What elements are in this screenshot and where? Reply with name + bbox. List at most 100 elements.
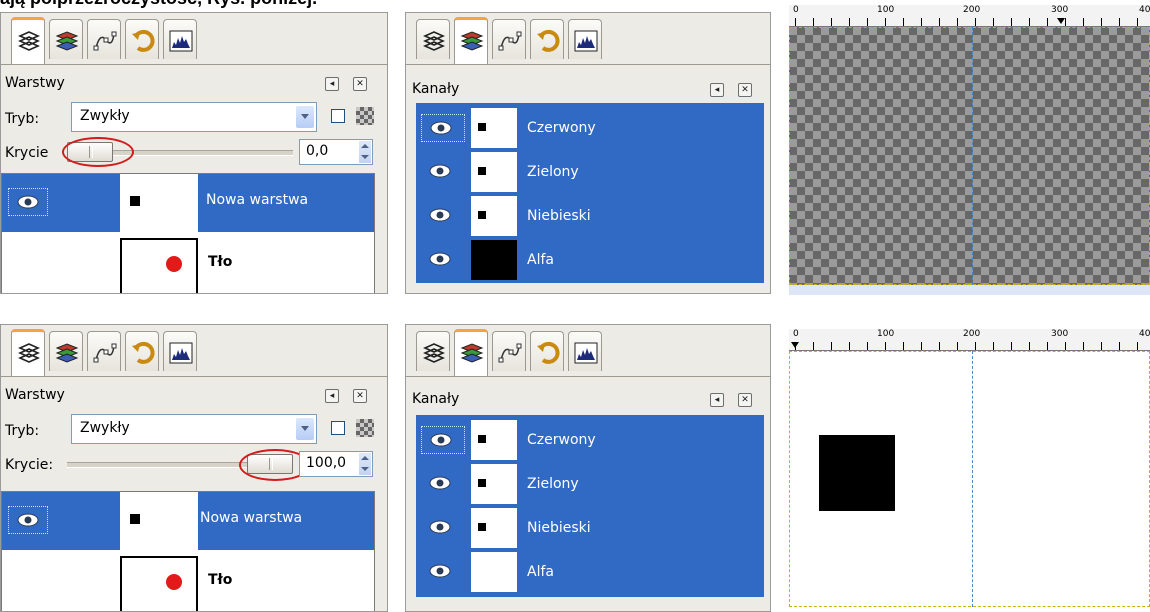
spin-arrows-icon[interactable]	[359, 453, 371, 475]
mode-select[interactable]: Zwykły	[71, 102, 317, 132]
channels-dock-bottom: Kanały ◂ ✕ Czerwony Zielony Niebieski Al…	[405, 324, 771, 612]
channel-thumbnail	[471, 196, 517, 236]
tab-histogram[interactable]	[568, 19, 602, 59]
channel-thumbnail	[471, 108, 517, 148]
visibility-eye-icon[interactable]	[421, 158, 461, 186]
canvas-bottom-bar	[789, 285, 1150, 295]
tab-channels[interactable]	[454, 17, 488, 65]
dock-tabbar	[1, 13, 387, 71]
channel-thumbnail	[471, 552, 517, 592]
ruler-label: 0	[793, 329, 799, 339]
mode-select[interactable]: Zwykły	[71, 414, 317, 444]
layer-row-background[interactable]: Tło	[2, 232, 374, 293]
panel-menu-button[interactable]: ◂	[325, 77, 339, 91]
tab-undo-history[interactable]	[125, 331, 159, 371]
channel-name: Alfa	[527, 252, 554, 268]
tab-layers[interactable]	[416, 331, 450, 371]
layer-boundary	[789, 27, 1150, 285]
opacity-spinbox[interactable]: 100,0	[299, 451, 373, 477]
mode-label: Tryb:	[5, 423, 40, 439]
channels-icon	[460, 343, 484, 363]
tab-histogram[interactable]	[568, 331, 602, 371]
layer-name: Nowa warstwa	[200, 510, 303, 526]
tab-undo-history[interactable]	[530, 19, 564, 59]
panel-menu-button[interactable]: ◂	[325, 389, 339, 403]
channel-row-green[interactable]: Zielony	[417, 150, 763, 194]
paths-icon	[498, 343, 522, 363]
chevron-down-icon[interactable]	[296, 106, 314, 128]
layers-dock-bottom: Warstwy ◂ ✕ Tryb: Zwykły Krycie: 100,0 N…	[0, 324, 388, 612]
tab-layers[interactable]	[11, 17, 45, 65]
ruler-label: 0	[793, 5, 799, 15]
channel-row-blue[interactable]: Niebieski	[417, 506, 763, 550]
layers-icon	[423, 31, 445, 51]
chevron-down-icon[interactable]	[296, 418, 314, 440]
spin-arrows-icon[interactable]	[359, 141, 371, 163]
tab-layers[interactable]	[416, 19, 450, 59]
tabbar-divider	[406, 64, 770, 65]
tab-paths[interactable]	[87, 331, 121, 371]
tab-paths[interactable]	[492, 331, 526, 371]
image-canvas-top[interactable]: 0 100 200 300 40	[789, 5, 1150, 295]
channel-row-blue[interactable]: Niebieski	[417, 194, 763, 238]
layer-thumbnail	[120, 492, 198, 550]
visibility-eye-icon[interactable]	[421, 246, 461, 274]
layer-name: Nowa warstwa	[206, 192, 309, 208]
tab-channels[interactable]	[454, 329, 488, 377]
pointer-marker-icon	[791, 342, 799, 348]
ruler-label: 300	[1051, 329, 1069, 339]
tab-paths[interactable]	[87, 19, 121, 59]
panel-menu-button[interactable]: ◂	[710, 393, 724, 407]
panel-close-button[interactable]: ✕	[353, 389, 367, 403]
channel-thumbnail	[471, 152, 517, 192]
visibility-eye-icon[interactable]	[421, 202, 461, 230]
layer-row-background[interactable]: Tło	[2, 550, 374, 611]
panel-menu-button[interactable]: ◂	[710, 83, 724, 97]
panel-close-button[interactable]: ✕	[738, 83, 752, 97]
visibility-eye-icon[interactable]	[8, 188, 48, 216]
visibility-eye-icon[interactable]	[421, 114, 465, 142]
tab-channels[interactable]	[49, 19, 83, 59]
keep-transparency-checkbox[interactable]	[331, 109, 345, 123]
visibility-eye-icon[interactable]	[421, 426, 465, 454]
layer-row-new[interactable]: Nowa warstwa	[2, 174, 374, 232]
opacity-spinbox[interactable]: 0,0	[299, 139, 373, 165]
visibility-eye-icon[interactable]	[421, 558, 461, 586]
tabbar-divider	[406, 376, 770, 377]
opacity-value: 0,0	[306, 143, 329, 159]
layer-thumbnail	[120, 238, 198, 293]
channel-row-alpha[interactable]: Alfa	[417, 550, 763, 594]
channel-name: Alfa	[527, 564, 554, 580]
undo-history-icon	[537, 341, 560, 364]
paths-icon	[93, 31, 117, 51]
tab-undo-history[interactable]	[530, 331, 564, 371]
visibility-eye-icon[interactable]	[421, 514, 461, 542]
channel-name: Czerwony	[527, 432, 596, 448]
panel-title: Warstwy	[5, 75, 65, 91]
layer-row-new[interactable]: Nowa warstwa	[2, 492, 374, 550]
channel-row-alpha[interactable]: Alfa	[417, 238, 763, 282]
undo-history-icon	[132, 341, 155, 364]
visibility-eye-icon[interactable]	[8, 506, 48, 534]
tab-histogram[interactable]	[163, 331, 197, 371]
ruler-label: 40	[1139, 329, 1150, 339]
channel-name: Zielony	[527, 476, 579, 492]
histogram-icon	[574, 342, 598, 364]
channel-row-red[interactable]: Czerwony	[417, 418, 763, 462]
tab-channels[interactable]	[49, 331, 83, 371]
tab-paths[interactable]	[492, 19, 526, 59]
tab-layers[interactable]	[11, 329, 45, 377]
layers-icon	[18, 31, 40, 51]
tab-undo-history[interactable]	[125, 19, 159, 59]
mode-select-value: Zwykły	[80, 420, 130, 436]
keep-transparency-checkbox[interactable]	[331, 421, 345, 435]
panel-close-button[interactable]: ✕	[353, 77, 367, 91]
visibility-eye-icon[interactable]	[421, 470, 461, 498]
image-canvas-bottom[interactable]: 0 100 200 300 40	[789, 329, 1150, 612]
channel-row-red[interactable]: Czerwony	[417, 106, 763, 150]
panel-close-button[interactable]: ✕	[738, 393, 752, 407]
horizontal-ruler: 0 100 200 300 40	[789, 329, 1150, 351]
tab-histogram[interactable]	[163, 19, 197, 59]
channel-row-green[interactable]: Zielony	[417, 462, 763, 506]
histogram-icon	[169, 342, 193, 364]
